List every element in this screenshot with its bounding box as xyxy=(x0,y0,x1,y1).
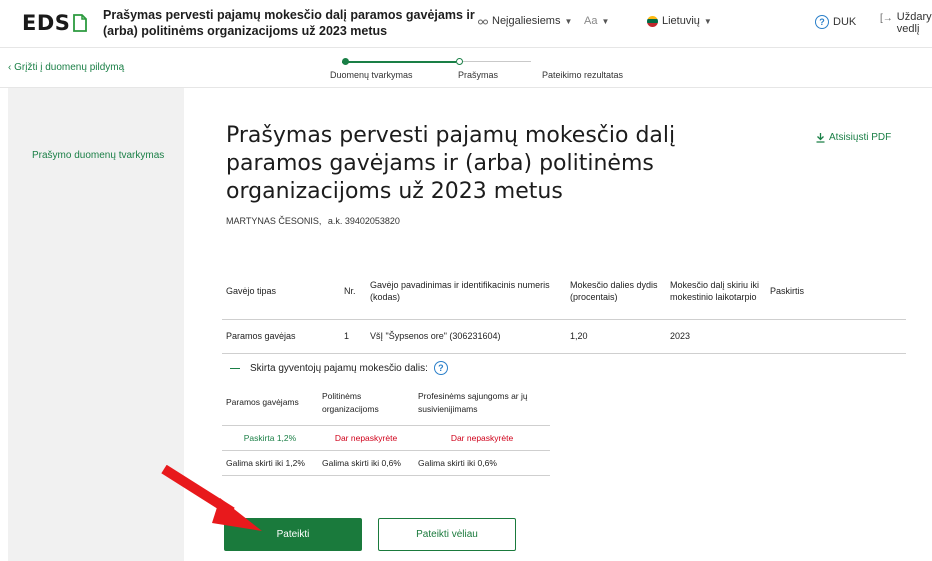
exit-icon: [→ xyxy=(880,13,893,24)
column-header: Mokesčio dalį skiriu iki mokestinio laik… xyxy=(666,264,766,320)
table-cell xyxy=(766,319,906,354)
table-cell: 1 xyxy=(340,319,366,354)
submit-later-button[interactable]: Pateikti vėliau xyxy=(378,518,516,551)
help-icon[interactable]: ? xyxy=(433,361,448,375)
step-label[interactable]: Prašymas xyxy=(458,70,498,80)
accessibility-label: Neįgaliesiems xyxy=(492,15,561,27)
sidebar-item-data-management[interactable]: Prašymo duomenų tvarkymas xyxy=(32,150,164,161)
status-cell: Dar nepaskyrėte xyxy=(318,425,414,451)
glasses-icon xyxy=(478,19,488,25)
back-link[interactable]: ‹ Grįžti į duomenų pildymą xyxy=(8,62,124,73)
status-cell: Paskirta 1,2% xyxy=(222,425,318,451)
column-header: Gavėjo pavadinimas ir identifikacinis nu… xyxy=(366,264,566,320)
faq-label: DUK xyxy=(833,16,857,28)
chevron-left-icon: ‹ xyxy=(8,62,12,73)
chevron-down-icon: ▼ xyxy=(601,16,610,26)
table-cell: VšĮ "Šypsenos ore" (306231604) xyxy=(366,319,566,354)
column-header: Paramos gavėjams xyxy=(222,381,318,426)
sub-navigation: ‹ Grįžti į duomenų pildymą Duomenų tvark… xyxy=(0,48,932,88)
table-row: Galima skirti iki 1,2% Galima skirti iki… xyxy=(222,450,550,476)
step-dot-completed xyxy=(342,58,349,65)
chevron-down-icon: ▼ xyxy=(564,16,573,26)
person-name: MARTYNAS ČESONIS, xyxy=(226,216,322,226)
table-header-row: Gavėjo tipas Nr. Gavėjo pavadinimas ir i… xyxy=(222,264,906,320)
person-info: MARTYNAS ČESONIS, a.k. 39402053820 xyxy=(226,216,400,226)
step-label[interactable]: Duomenų tvarkymas xyxy=(330,70,413,80)
table-header-row: Paramos gavėjams Politinėms organizacijo… xyxy=(222,381,550,426)
app-title: Prašymas pervesti pajamų mokesčio dalį p… xyxy=(103,8,475,38)
main-content: Prašymas pervesti pajamų mokesčio dalį p… xyxy=(184,88,932,561)
step-remaining-line xyxy=(463,61,531,62)
download-label: Atsisiųsti PDF xyxy=(829,132,892,143)
red-arrow-annotation xyxy=(161,465,262,531)
table-cell: 2023 xyxy=(666,319,766,354)
lithuania-flag-icon xyxy=(647,15,658,27)
font-size-menu[interactable]: Aa ▼ xyxy=(584,15,609,27)
language-label: Lietuvių xyxy=(662,15,700,27)
question-icon: ? xyxy=(815,15,829,29)
step-progress-line xyxy=(342,61,456,63)
column-header: Gavėjo tipas xyxy=(222,264,340,320)
progress-stepper: Duomenų tvarkymas Prašymas Pateikimo rez… xyxy=(322,48,623,88)
page-title: Prašymas pervesti pajamų mokesčio dalį p… xyxy=(226,123,676,204)
close-label-line2: vedlį xyxy=(896,23,920,35)
column-header: Profesinėms sąjungoms ar jų susivienijim… xyxy=(414,381,550,426)
faq-link[interactable]: ? DUK xyxy=(815,15,856,29)
accessibility-menu[interactable]: Neįgaliesiems ▼ xyxy=(478,15,572,27)
chevron-down-icon: ▼ xyxy=(703,16,712,26)
table-cell: 1,20 xyxy=(566,319,666,354)
allocation-toggle[interactable]: — Skirta gyventojų pajamų mokesčio dalis… xyxy=(230,361,448,375)
eds-logo[interactable]: EDS xyxy=(22,11,88,35)
logo-text: EDS xyxy=(22,11,71,35)
download-pdf-link[interactable]: Atsisiųsti PDF xyxy=(816,132,891,143)
close-label-line1: Uždary xyxy=(896,11,932,23)
table-cell: Paramos gavėjas xyxy=(222,319,340,354)
allocation-table: Paramos gavėjams Politinėms organizacijo… xyxy=(222,381,550,476)
allocation-heading: Skirta gyventojų pajamų mokesčio dalis: xyxy=(250,362,428,374)
download-icon xyxy=(816,132,825,143)
table-row: Paskirta 1,2% Dar nepaskyrėte Dar nepask… xyxy=(222,425,550,451)
back-label: Grįžti į duomenų pildymą xyxy=(14,62,125,73)
person-code: a.k. 39402053820 xyxy=(327,216,400,226)
column-header: Nr. xyxy=(340,264,366,320)
column-header: Mokesčio dalies dydis (procentais) xyxy=(566,264,666,320)
limit-cell: Galima skirti iki 0,6% xyxy=(318,450,414,476)
language-menu[interactable]: Lietuvių ▼ xyxy=(647,15,712,27)
document-icon xyxy=(73,14,88,32)
font-size-label: Aa xyxy=(584,15,598,27)
top-header: EDS Prašymas pervesti pajamų mokesčio da… xyxy=(0,0,932,48)
column-header: Paskirtis xyxy=(766,264,906,320)
table-row: Paramos gavėjas 1 VšĮ "Šypsenos ore" (30… xyxy=(222,319,906,354)
status-cell: Dar nepaskyrėte xyxy=(414,425,550,451)
close-wizard-link[interactable]: [→ Uždary vedlį xyxy=(880,11,932,35)
step-label[interactable]: Pateikimo rezultatas xyxy=(542,70,623,80)
collapse-icon: — xyxy=(230,362,240,374)
step-dot-current xyxy=(456,58,463,65)
column-header: Politinėms organizacijoms xyxy=(318,381,414,426)
limit-cell: Galima skirti iki 0,6% xyxy=(414,450,550,476)
recipients-table: Gavėjo tipas Nr. Gavėjo pavadinimas ir i… xyxy=(222,264,906,354)
